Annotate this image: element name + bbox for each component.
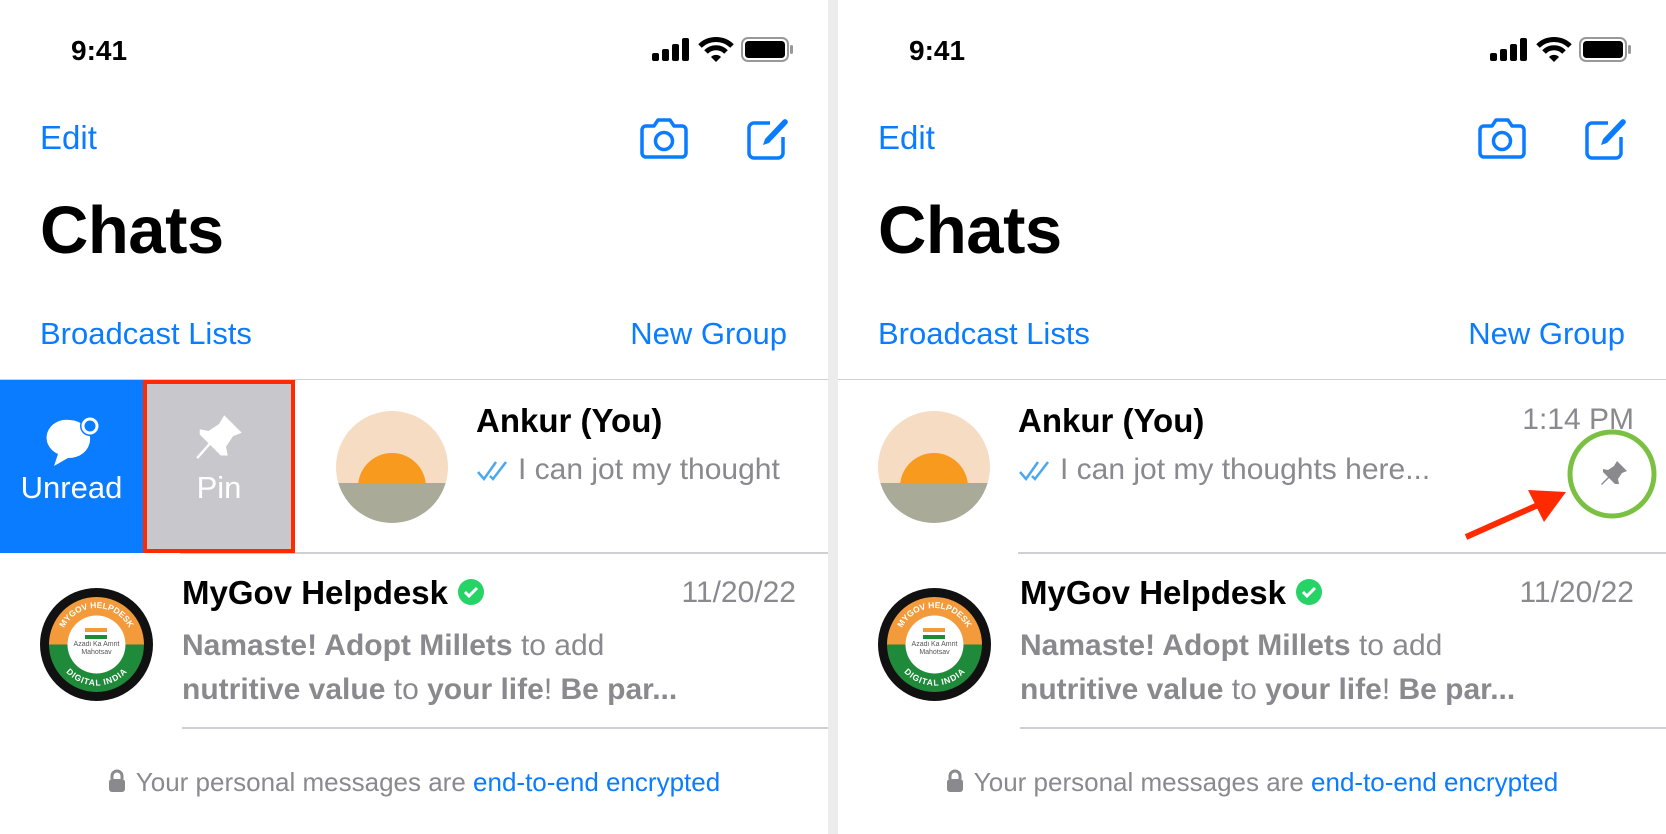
logo-center-text: Azadi Ka Amrit Mahotsav xyxy=(73,641,120,656)
chat-name: MyGov Helpdesk xyxy=(1020,574,1324,612)
battery-icon xyxy=(741,37,793,62)
chat-row-ankur[interactable]: Ankur (You) I can jot my thoughts here..… xyxy=(838,380,1666,554)
unread-icon xyxy=(46,416,100,466)
highlight-circle xyxy=(1567,429,1657,519)
signal-icon xyxy=(1490,38,1527,61)
pin-icon xyxy=(196,415,242,459)
compose-icon[interactable] xyxy=(746,115,790,161)
chat-row-content[interactable]: Ankur (You) I can jot my thoughts here..… xyxy=(838,380,1666,553)
chat-name: MyGov Helpdesk xyxy=(182,574,486,612)
lock-icon xyxy=(946,769,963,792)
status-time: 9:41 xyxy=(909,35,966,66)
chat-row-content[interactable]: Ankur (You) I can jot my thought xyxy=(296,380,828,553)
camera-icon[interactable] xyxy=(1478,117,1526,159)
chat-preview: Namaste! Adopt Millets to add nutritive … xyxy=(1020,629,1516,706)
encryption-link[interactable]: end-to-end encrypted xyxy=(1311,767,1558,797)
encryption-notice: Your personal messages are end-to-end en… xyxy=(838,767,1666,798)
lock-icon xyxy=(108,769,125,792)
encryption-link[interactable]: end-to-end encrypted xyxy=(473,767,720,797)
row-divider xyxy=(1020,727,1666,729)
unread-action-button[interactable]: Unread xyxy=(0,380,143,553)
page-title: Chats xyxy=(878,193,1062,268)
chats-screen-swipe: 9:41 Edit Chats Broadcast Lists New Grou… xyxy=(0,0,828,834)
avatar-sunset xyxy=(878,411,990,523)
page-title: Chats xyxy=(40,193,224,268)
chats-screen-pinned: 9:41 Edit Chats Broadcast Lists New Grou… xyxy=(838,0,1666,834)
compose-icon[interactable] xyxy=(1584,115,1628,161)
double-check-icon xyxy=(477,461,507,482)
wifi-icon xyxy=(698,37,734,62)
chat-preview: Namaste! Adopt Millets to add nutritive … xyxy=(182,629,678,706)
chat-preview: I can jot my thoughts here... xyxy=(1060,453,1431,486)
wifi-icon xyxy=(1536,37,1572,62)
new-group-link[interactable]: New Group xyxy=(1468,316,1625,352)
pin-label: Pin xyxy=(196,470,242,505)
avatar-mygov: MYGOV HELPDESK DIGITAL INDIA Azadi Ka Am… xyxy=(40,588,153,701)
chat-time: 11/20/22 xyxy=(1519,576,1634,609)
avatar-sunset xyxy=(336,411,448,523)
unread-label: Unread xyxy=(20,470,123,505)
edit-button[interactable]: Edit xyxy=(40,119,97,157)
new-group-link[interactable]: New Group xyxy=(630,316,787,352)
avatar-mygov: MYGOV HELPDESK DIGITAL INDIA Azadi Ka Am… xyxy=(878,588,991,701)
double-check-icon xyxy=(1019,461,1049,482)
battery-icon xyxy=(1579,37,1631,62)
arrow-annotation xyxy=(1464,490,1566,540)
chat-row-ankur[interactable]: Ankur (You) I can jot my thought Unread … xyxy=(0,380,828,554)
logo-center-text: Azadi Ka Amrit Mahotsav xyxy=(911,641,958,656)
chat-name: Ankur (You) xyxy=(476,402,663,439)
chat-name: Ankur (You) xyxy=(1018,402,1205,439)
row-divider xyxy=(182,727,828,729)
broadcast-lists-link[interactable]: Broadcast Lists xyxy=(878,316,1090,352)
chat-row-mygov[interactable]: MYGOV HELPDESK DIGITAL INDIA Azadi Ka Am… xyxy=(838,553,1666,729)
chat-row-mygov[interactable]: MYGOV HELPDESK DIGITAL INDIA Azadi Ka Am… xyxy=(0,553,828,729)
chat-time: 11/20/22 xyxy=(681,576,796,609)
broadcast-lists-link[interactable]: Broadcast Lists xyxy=(40,316,252,352)
pin-action-button[interactable]: Pin xyxy=(143,380,295,553)
verified-badge-icon xyxy=(1295,579,1322,605)
status-time: 9:41 xyxy=(71,35,128,66)
chat-preview: I can jot my thought xyxy=(518,453,780,486)
signal-icon xyxy=(652,38,689,61)
camera-icon[interactable] xyxy=(640,117,688,159)
verified-badge-icon xyxy=(457,579,484,605)
edit-button[interactable]: Edit xyxy=(878,119,935,157)
encryption-notice: Your personal messages are end-to-end en… xyxy=(0,767,828,798)
